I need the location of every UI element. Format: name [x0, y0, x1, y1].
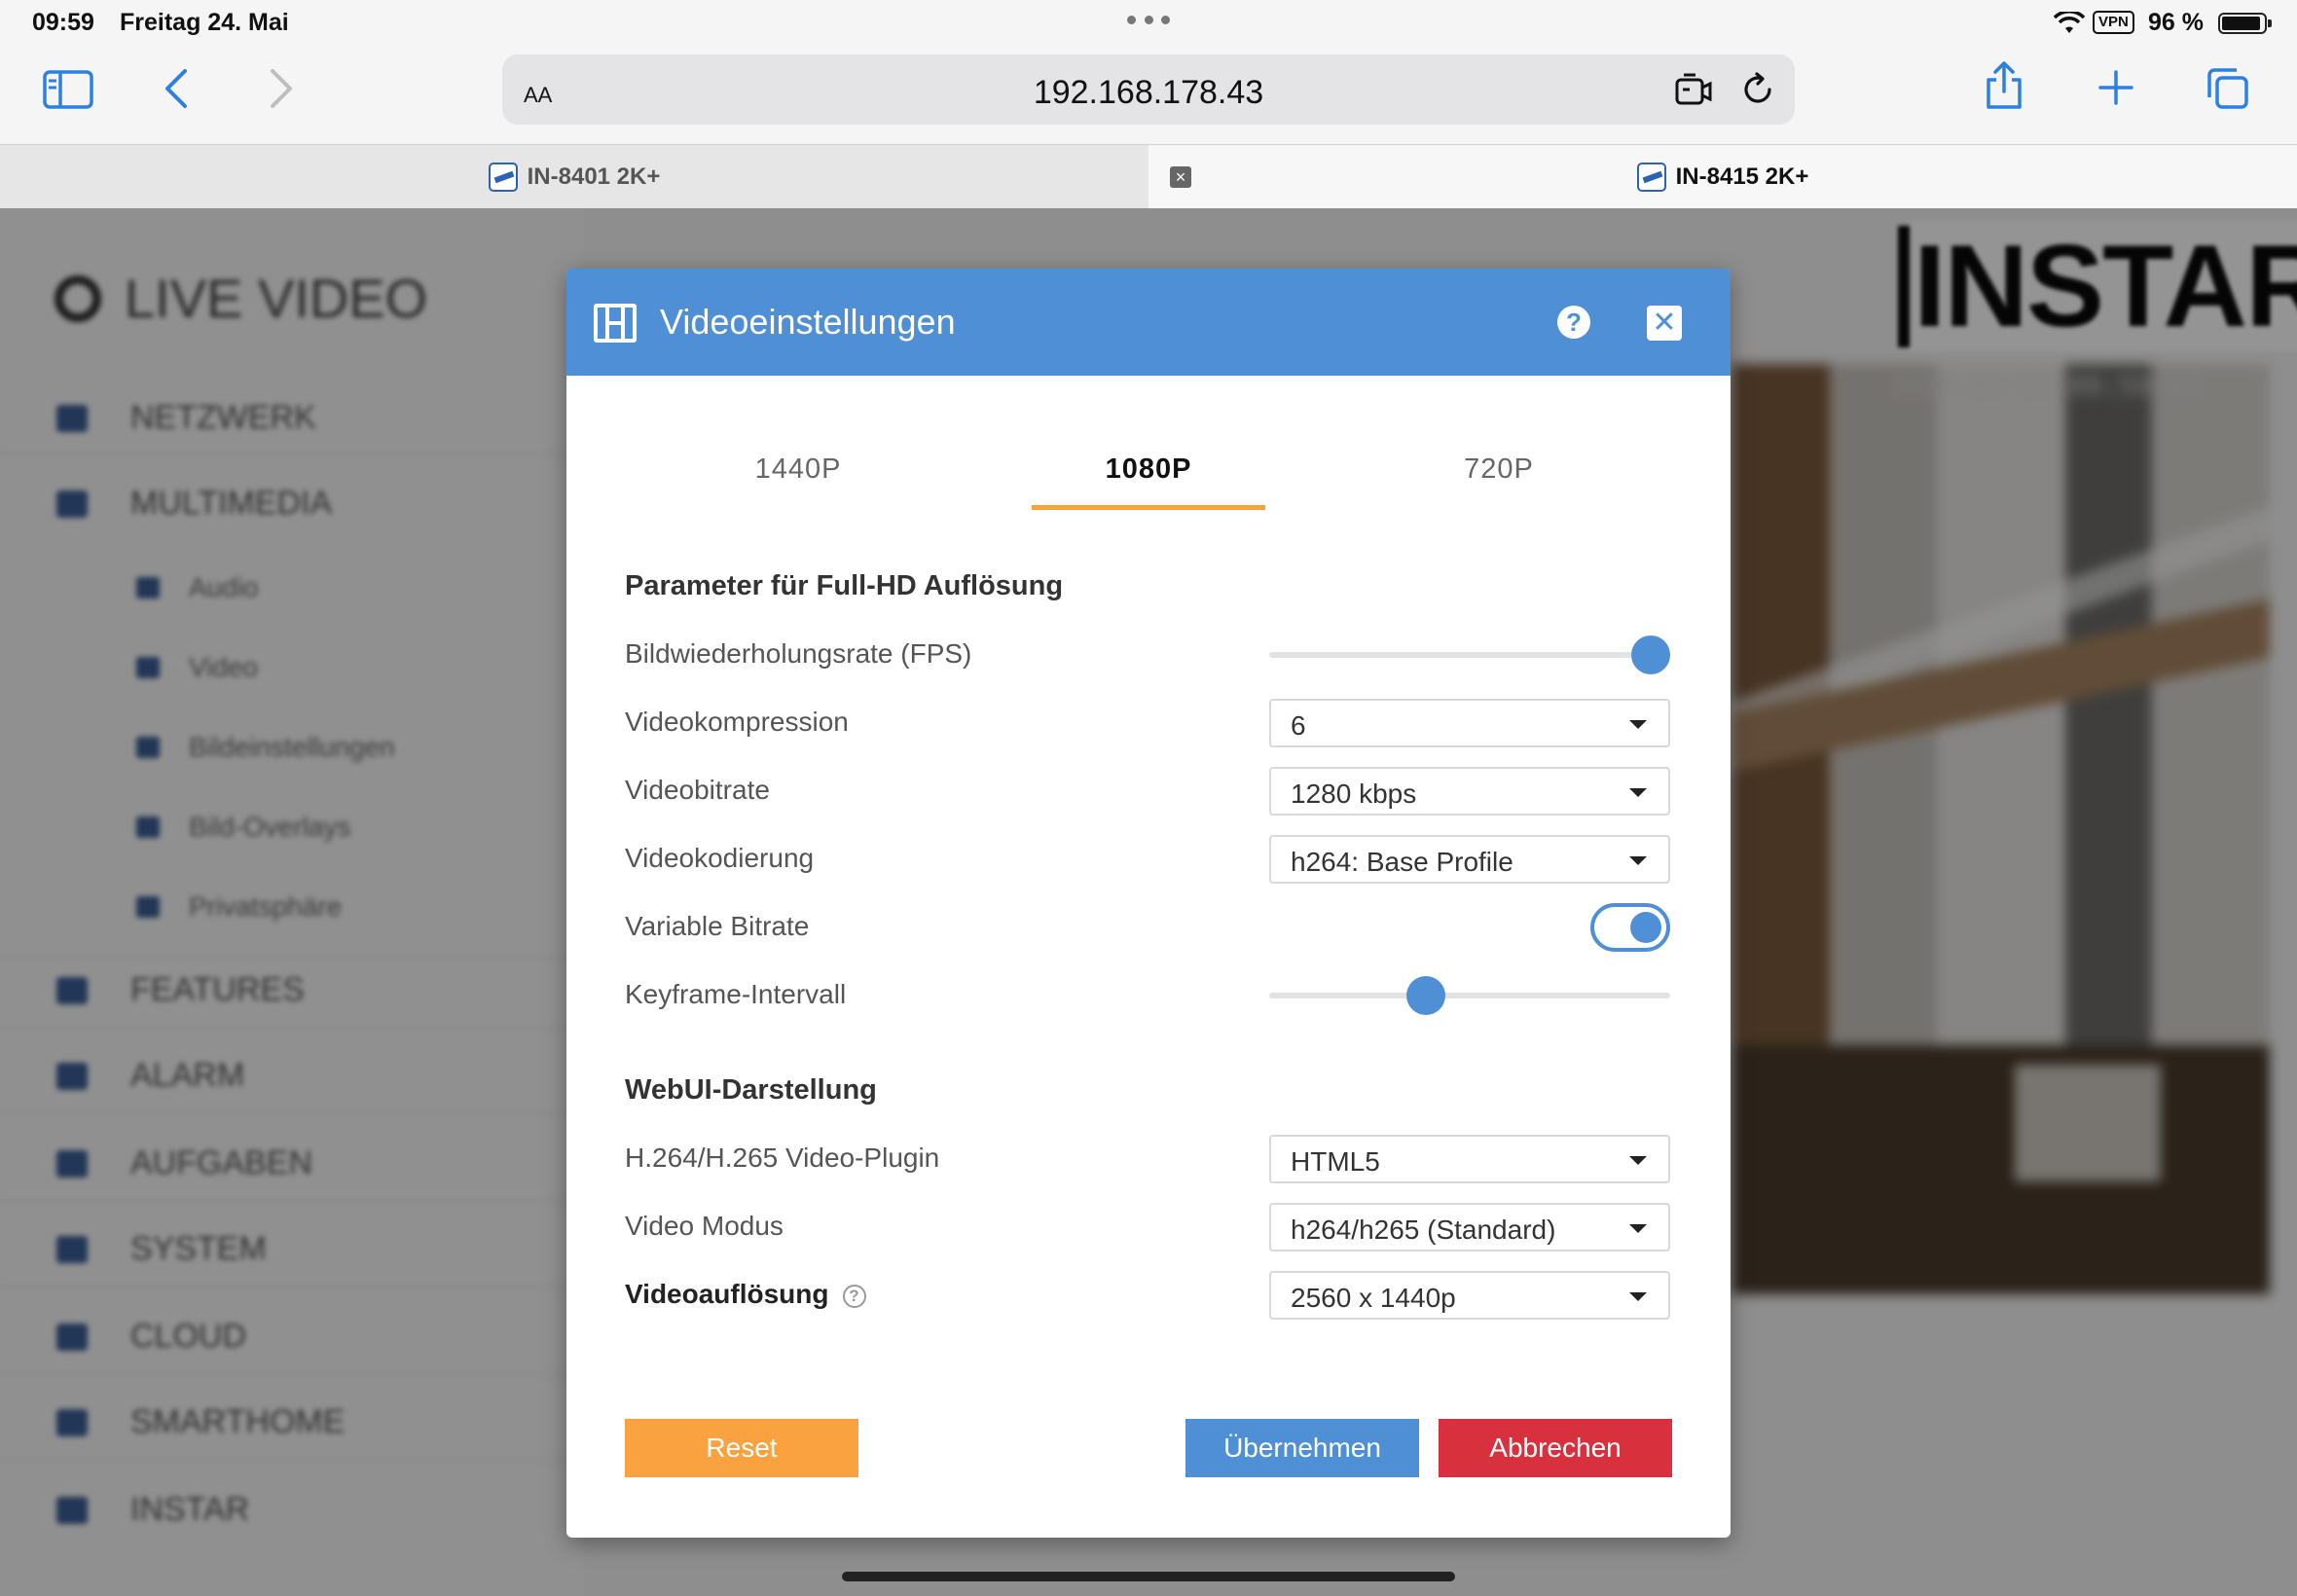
apply-button[interactable]: Übernehmen	[1185, 1419, 1419, 1477]
share-icon[interactable]	[1984, 60, 2024, 111]
browser-tab-label: IN-8415 2K+	[1675, 163, 1809, 190]
back-icon[interactable]	[164, 68, 189, 109]
vbr-label: Variable Bitrate	[625, 911, 810, 941]
new-tab-icon[interactable]	[2098, 70, 2133, 105]
status-date: Freitag 24. Mai	[120, 9, 289, 36]
keyframe-label: Keyframe-Intervall	[625, 979, 847, 1009]
compression-label: Videokompression	[625, 707, 849, 737]
close-icon[interactable]: ✕	[1647, 306, 1682, 341]
caret-down-icon	[1629, 1224, 1647, 1233]
compression-value: 6	[1291, 710, 1306, 741]
browser-toolbar: AA 192.168.178.43	[0, 47, 2297, 144]
slider-track	[1269, 993, 1670, 998]
bitrate-select[interactable]: 1280 kbps	[1269, 767, 1670, 816]
dialog-title: Videoeinstellungen	[660, 302, 956, 342]
favicon-icon	[1636, 163, 1666, 192]
resolution-value: 2560 x 1440p	[1291, 1283, 1456, 1313]
video-mode-label: Video Modus	[625, 1211, 784, 1241]
favicon-icon	[488, 163, 518, 192]
battery-icon	[2218, 13, 2272, 34]
wifi-icon	[2054, 12, 2085, 33]
keyframe-slider[interactable]	[1269, 975, 1670, 1015]
status-time: 09:59	[32, 9, 94, 36]
browser-tab-1[interactable]: IN-8401 2K+	[0, 145, 1148, 209]
status-bar: 09:59 Freitag 24. Mai VPN 96 %	[0, 0, 2297, 47]
battery-percent: 96 %	[2148, 9, 2204, 36]
fps-slider-thumb[interactable]	[1631, 635, 1670, 674]
bitrate-label: Videobitrate	[625, 775, 770, 805]
plugin-label: H.264/H.265 Video-Plugin	[625, 1143, 940, 1173]
caret-down-icon	[1629, 720, 1647, 729]
camera-extension-icon[interactable]	[1674, 72, 1713, 107]
plugin-value: HTML5	[1291, 1146, 1380, 1177]
resolution-label-text: Videoauflösung	[625, 1279, 829, 1309]
fps-label: Bildwiederholungsrate (FPS)	[625, 638, 972, 669]
tab-1080p[interactable]: 1080P	[1032, 440, 1265, 518]
dialog-header: Videoeinstellungen ? ✕	[566, 269, 1731, 376]
slider-track	[1269, 652, 1670, 658]
tab-1440p[interactable]: 1440P	[681, 440, 915, 518]
tab-720p[interactable]: 720P	[1382, 440, 1616, 518]
caret-down-icon	[1629, 788, 1647, 797]
encoding-label: Videokodierung	[625, 843, 815, 873]
browser-tab-2[interactable]: IN-8415 2K+	[1148, 145, 2297, 209]
close-tab-icon[interactable]: ×	[1170, 166, 1191, 188]
address-bar[interactable]: AA 192.168.178.43	[502, 54, 1795, 125]
tab-overview-icon[interactable]	[2206, 66, 2250, 111]
reload-icon[interactable]	[1740, 72, 1775, 107]
question-circle-icon[interactable]: ?	[842, 1284, 866, 1308]
caret-down-icon	[1629, 1156, 1647, 1165]
encoding-value: h264: Base Profile	[1291, 847, 1513, 877]
video-mode-value: h264/h265 (Standard)	[1291, 1215, 1556, 1245]
video-mode-select[interactable]: h264/h265 (Standard)	[1269, 1203, 1670, 1251]
section-title-parameters: Parameter für Full-HD Auflösung	[625, 570, 1064, 601]
caret-down-icon	[1629, 1292, 1647, 1301]
home-indicator[interactable]	[842, 1572, 1455, 1581]
section-title-webui: WebUI-Darstellung	[625, 1074, 877, 1106]
compression-select[interactable]: 6	[1269, 699, 1670, 747]
toggle-knob	[1630, 912, 1661, 943]
forward-icon[interactable]	[269, 68, 294, 109]
help-icon[interactable]: ?	[1557, 306, 1590, 339]
cancel-button[interactable]: Abbrechen	[1439, 1419, 1672, 1477]
browser-tab-label: IN-8401 2K+	[527, 163, 661, 190]
tab-bar: IN-8401 2K+ IN-8415 2K+ ×	[0, 144, 2297, 209]
resolution-select[interactable]: 2560 x 1440p	[1269, 1271, 1670, 1320]
reset-button[interactable]: Reset	[625, 1419, 858, 1477]
encoding-select[interactable]: h264: Base Profile	[1269, 835, 1670, 884]
multitasking-dots-icon[interactable]	[1127, 16, 1170, 25]
resolution-tabs: 1440P 1080P 720P	[566, 440, 1731, 518]
plugin-select[interactable]: HTML5	[1269, 1135, 1670, 1183]
bitrate-value: 1280 kbps	[1291, 779, 1417, 809]
fps-slider[interactable]	[1269, 635, 1670, 674]
vpn-badge: VPN	[2093, 11, 2134, 34]
vbr-toggle[interactable]	[1590, 903, 1670, 952]
resolution-label: Videoauflösung?	[625, 1279, 866, 1310]
keyframe-slider-thumb[interactable]	[1406, 976, 1446, 1015]
sidebar-icon[interactable]	[43, 70, 93, 109]
video-settings-dialog: Videoeinstellungen ? ✕ 1440P 1080P 720P …	[566, 269, 1731, 1538]
url-text: 192.168.178.43	[1033, 74, 1264, 111]
film-icon	[594, 304, 637, 343]
caret-down-icon	[1629, 856, 1647, 865]
